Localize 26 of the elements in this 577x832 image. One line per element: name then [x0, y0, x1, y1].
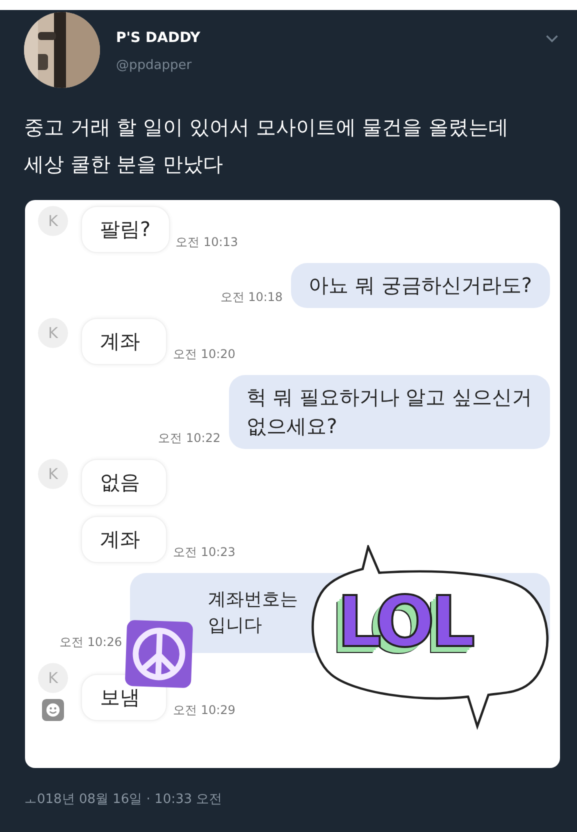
message-bubble: 아뇨 뭐 궁금하신거라도? [290, 263, 550, 308]
user-handle: @ppdapper [116, 58, 193, 73]
message-time: 오전 10:23 [173, 544, 236, 561]
contact-avatar[interactable]: K [38, 318, 68, 348]
message-time: 오전 10:29 [173, 702, 236, 720]
tweet-text: 세상 쿨한 분을 만났다 [24, 151, 224, 178]
chevron-down-icon[interactable] [545, 34, 559, 43]
contact-avatar[interactable]: K [38, 206, 68, 236]
message-bubble: 계좌 [81, 516, 167, 563]
message-bubble: 팔림? [81, 206, 170, 253]
message-time: 오전 10:22 [158, 430, 221, 447]
message-bubble: 계좌 [81, 318, 167, 365]
peace-sign-sticker [124, 618, 194, 690]
message-bubble: 없음 [81, 459, 167, 506]
message-time: 오전 10:13 [176, 234, 238, 251]
smiley-icon[interactable] [42, 699, 64, 722]
tweet-text: 중고 거래 할 일이 있어서 모사이트에 물건을 올렸는데 [24, 114, 509, 141]
sticker-text: LOL [337, 587, 472, 657]
message-time: 오전 10:20 [173, 346, 236, 363]
message-time: 오전 10:26 [60, 634, 122, 652]
message-time: 오전 10:18 [220, 289, 283, 306]
contact-avatar[interactable]: K [38, 459, 68, 489]
contact-avatar[interactable]: K [38, 663, 68, 694]
tweet-date: ㅗ018년 08월 16일 · 10:33 오전 [24, 791, 222, 808]
user-name: P'S DADDY [116, 30, 202, 46]
message-bubble: 헉 뭐 필요하거나 알고 싶으신거 없으세요? [228, 375, 550, 449]
